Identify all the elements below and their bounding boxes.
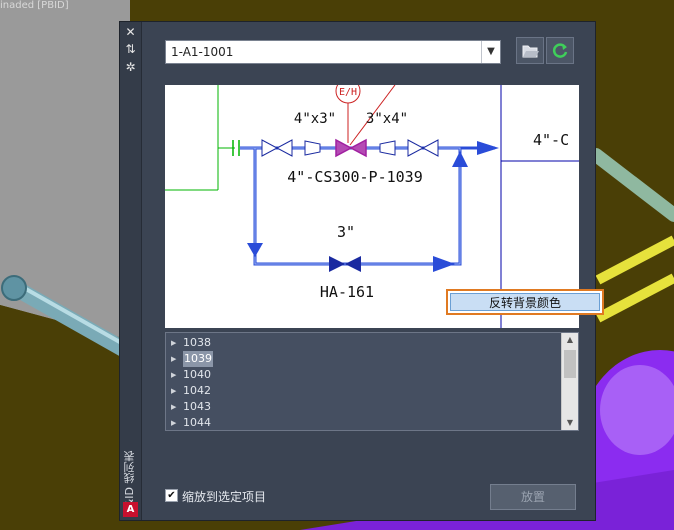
folder-open-icon — [522, 45, 539, 58]
pin-icon[interactable]: ⇅ — [123, 42, 138, 56]
yellow-pipe-2 — [595, 273, 674, 323]
reducer-left — [304, 140, 321, 156]
viewport-top-text: inaded [PBID] — [0, 0, 69, 11]
line-number-label: 4"-CS300-P-1039 — [287, 168, 422, 186]
reducer-right — [379, 140, 396, 156]
gate-valve-right — [407, 139, 439, 157]
pipe-flange — [1, 275, 27, 301]
place-button[interactable]: 放置 — [490, 484, 576, 510]
list-scrollbar[interactable]: ▲ ▼ — [561, 333, 578, 430]
list-item[interactable]: ▶ 1040 — [171, 367, 561, 383]
loop-size-label: 3" — [337, 223, 355, 241]
refresh-button[interactable] — [546, 37, 574, 64]
list-item[interactable]: ▶ 1038 — [171, 335, 561, 351]
pid-line-list-palette: ✕ ⇅ ✲ P&ID 线列表 A 1-A1-1001 ▼ E/H 4"x3" 3… — [119, 21, 604, 521]
expand-arrow-icon[interactable]: ▶ — [171, 367, 183, 383]
checkbox-box[interactable]: ✔ — [165, 489, 178, 502]
instrument-tag: E/H — [339, 87, 357, 98]
scroll-thumb[interactable] — [564, 350, 576, 378]
list-item[interactable]: ▶ 1043 — [171, 399, 561, 415]
gate-valve-bottom — [329, 256, 361, 272]
gate-valve-left — [261, 139, 293, 157]
preview-context-menu: 反转背景颜色 — [446, 289, 604, 315]
chevron-down-icon[interactable]: ▼ — [481, 41, 500, 63]
close-icon[interactable]: ✕ — [123, 25, 138, 39]
flow-arrow-down — [247, 243, 263, 257]
open-folder-button[interactable] — [516, 37, 544, 64]
control-valve — [335, 138, 367, 158]
invert-background-color-item[interactable]: 反转背景颜色 — [450, 293, 600, 311]
offpage-line-label: 4"-C — [533, 131, 569, 149]
autocad-logo: A — [123, 502, 138, 517]
palette-title: P&ID 线列表 — [123, 450, 136, 514]
drawing-selector[interactable]: 1-A1-1001 ▼ — [165, 40, 501, 64]
expand-arrow-icon[interactable]: ▶ — [171, 399, 183, 415]
line-number-list[interactable]: ▶ 1038 ▶ 1039 ▶ 1040 ▶ 1042 ▶ 1043 ▶ 1044 ▲ ▼ — [165, 332, 579, 431]
scroll-down-icon[interactable]: ▼ — [562, 416, 578, 430]
yellow-pipe-1 — [595, 235, 674, 285]
zoom-to-selection-label: 缩放到选定项目 — [182, 490, 267, 504]
list-item-selected[interactable]: ▶ 1039 — [171, 351, 561, 367]
reducer-left-label: 4"x3" — [294, 111, 336, 127]
refresh-icon — [552, 43, 568, 58]
settings-icon[interactable]: ✲ — [123, 60, 138, 74]
expand-arrow-icon[interactable]: ▶ — [171, 335, 183, 351]
flow-arrow-up — [452, 151, 468, 167]
expand-arrow-icon[interactable]: ▶ — [171, 383, 183, 399]
scroll-up-icon[interactable]: ▲ — [562, 333, 578, 347]
palette-side-strip: ✕ ⇅ ✲ P&ID 线列表 A — [120, 22, 142, 520]
pipe-right-upper — [589, 148, 674, 222]
expand-arrow-icon[interactable]: ▶ — [171, 415, 183, 430]
flow-arrow-right — [433, 256, 455, 272]
drawing-selector-value: 1-A1-1001 — [171, 45, 234, 59]
reducer-right-label: 3"x4" — [366, 111, 408, 127]
flow-arrow-outlet — [477, 141, 499, 155]
main-pipeline-core — [240, 147, 461, 265]
list-item[interactable]: ▶ 1044 — [171, 415, 561, 430]
valve-tag-label: HA-161 — [320, 283, 374, 301]
list-item[interactable]: ▶ 1042 — [171, 383, 561, 399]
expand-arrow-icon[interactable]: ▶ — [171, 351, 183, 367]
